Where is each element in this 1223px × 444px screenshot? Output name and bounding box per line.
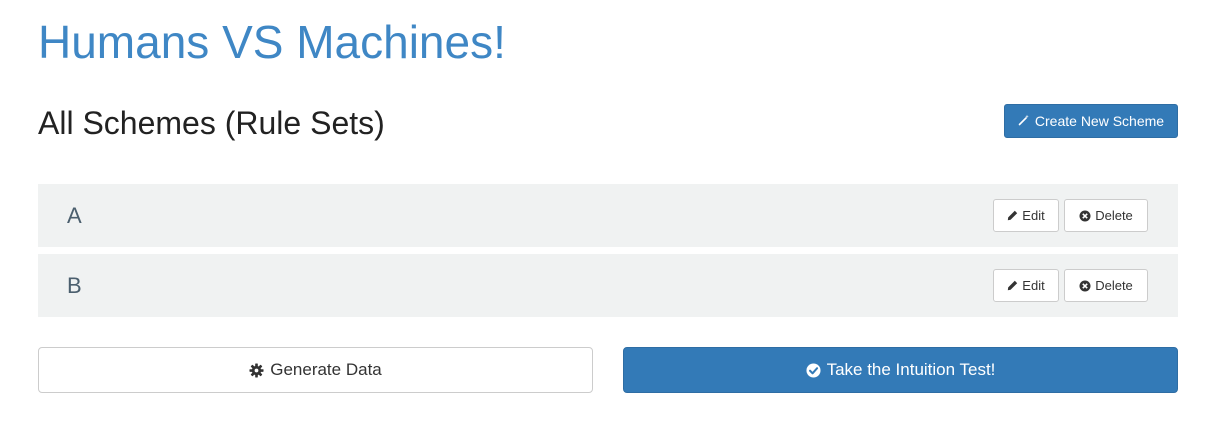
create-new-scheme-button[interactable]: Create New Scheme [1004,104,1178,138]
edit-button[interactable]: Edit [993,199,1059,232]
check-circle-icon [806,362,821,378]
remove-circle-icon [1079,210,1091,222]
create-new-scheme-label: Create New Scheme [1034,113,1165,129]
edit-button[interactable]: Edit [993,269,1059,302]
app-title: Humans VS Machines! [38,16,506,68]
delete-button[interactable]: Delete [1064,199,1148,232]
scheme-name: A [67,203,82,228]
scheme-row: B Edit Delete [38,254,1178,317]
edit-label: Edit [1022,208,1045,223]
take-intuition-test-button[interactable]: Take the Intuition Test! [623,347,1178,393]
delete-button[interactable]: Delete [1064,269,1148,302]
gear-icon [249,362,264,378]
delete-label: Delete [1095,278,1133,293]
page: Humans VS Machines! All Schemes (Rule Se… [0,0,1223,444]
section-title: All Schemes (Rule Sets) [38,105,385,141]
generate-data-label: Generate Data [270,360,382,379]
pencil-icon [1007,280,1018,291]
pencil-icon [1007,210,1018,221]
magic-wand-icon [1018,114,1030,129]
generate-data-button[interactable]: Generate Data [38,347,593,393]
delete-label: Delete [1095,208,1133,223]
scheme-row: A Edit Delete [38,184,1178,247]
take-intuition-test-label: Take the Intuition Test! [826,360,996,379]
edit-label: Edit [1022,278,1045,293]
scheme-name: B [67,273,82,298]
remove-circle-icon [1079,280,1091,292]
